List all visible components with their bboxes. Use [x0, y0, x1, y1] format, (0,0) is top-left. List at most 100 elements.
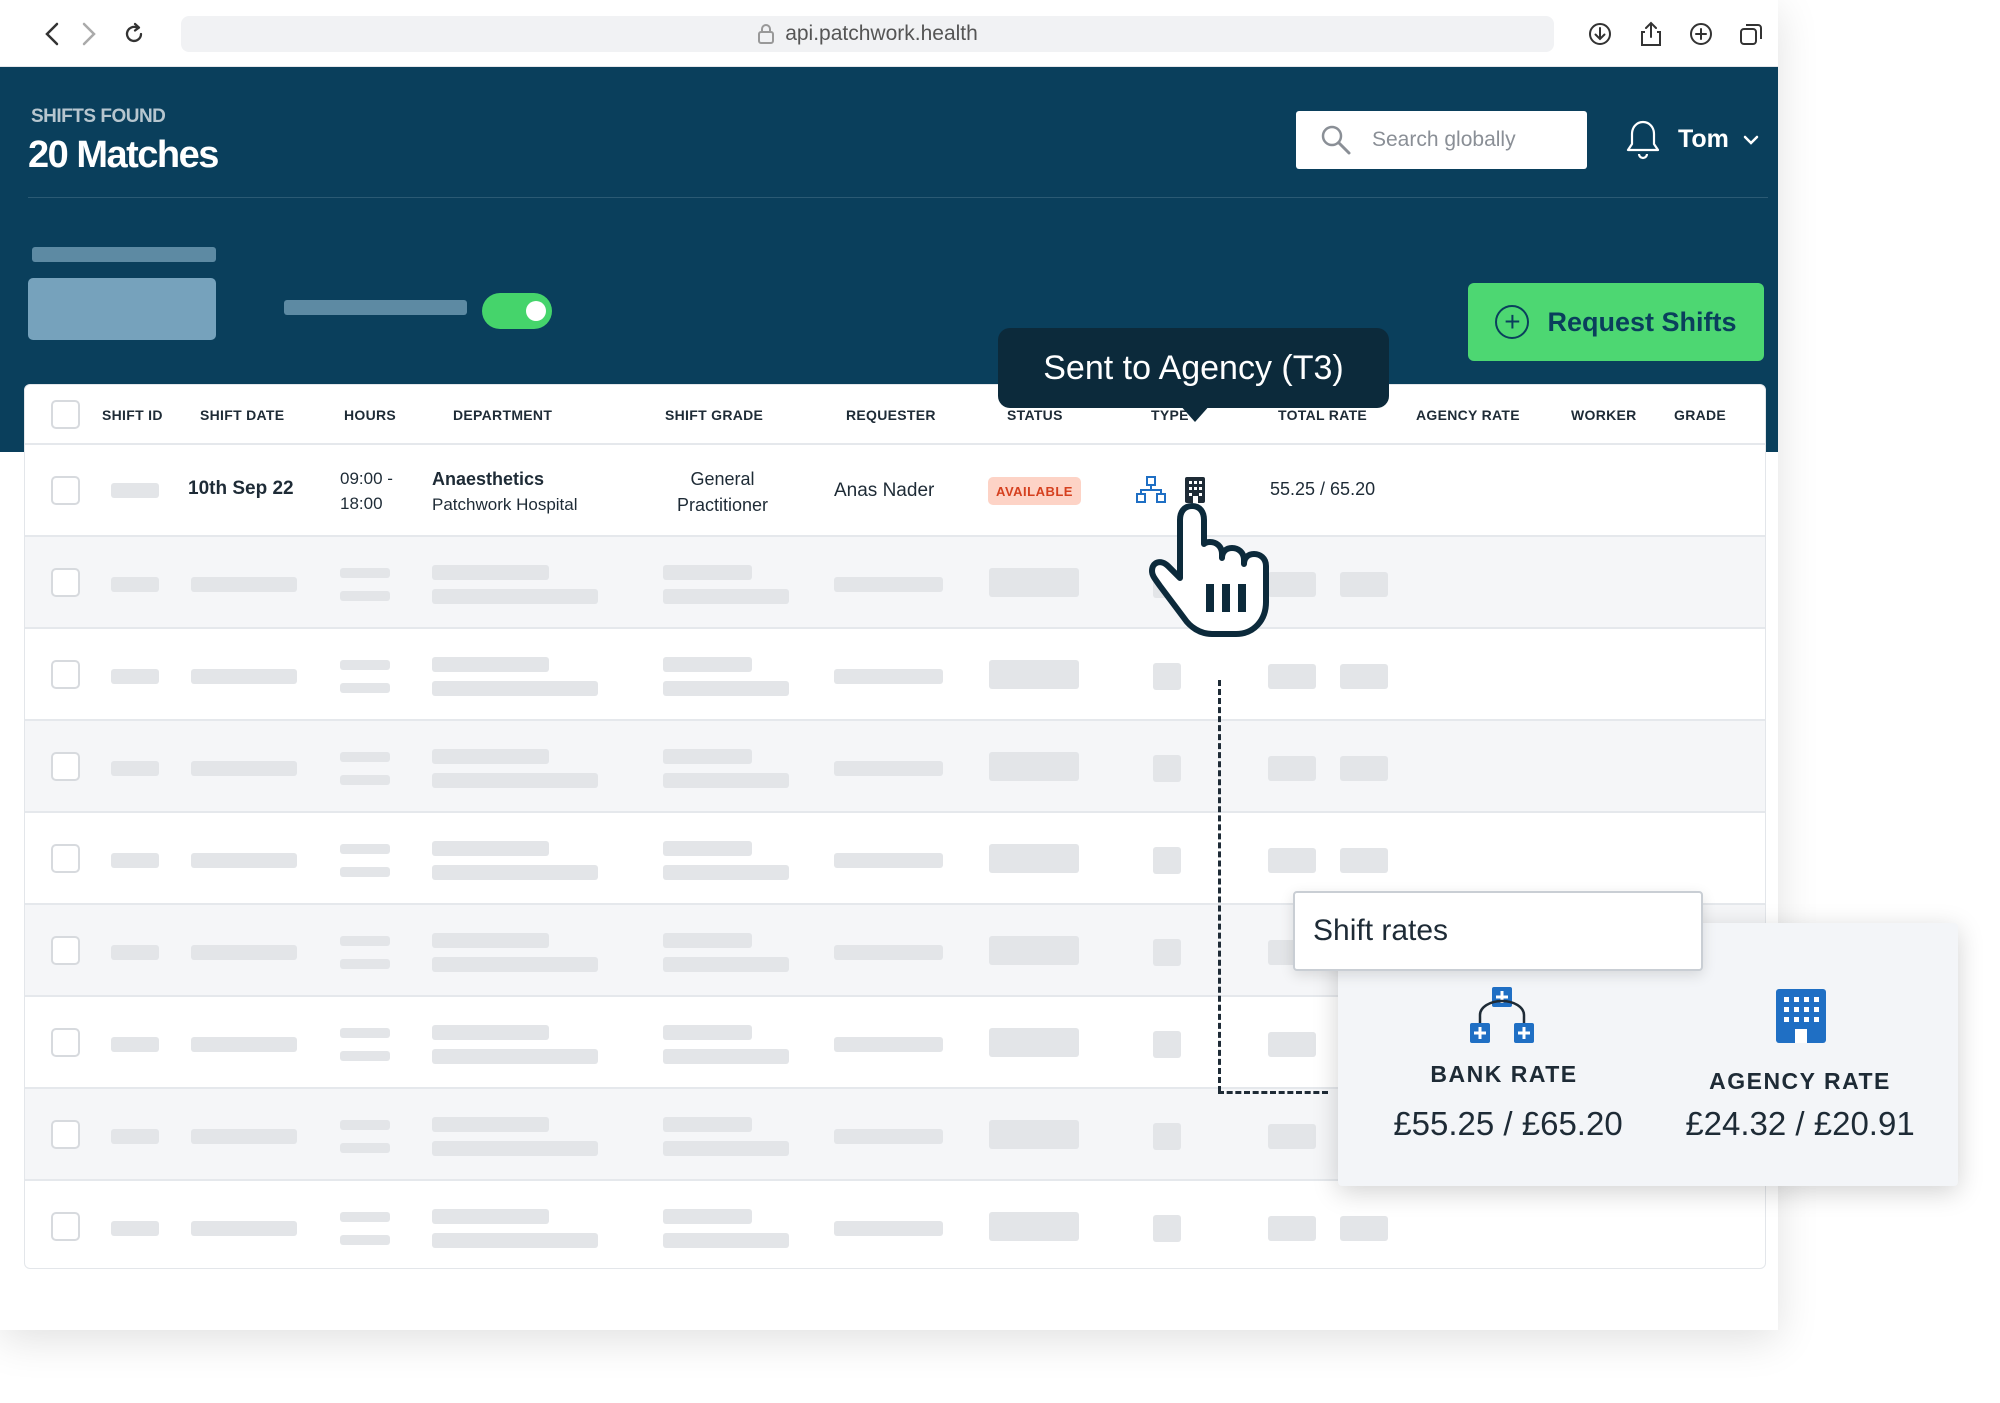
type-placeholder: [1153, 755, 1181, 782]
grade-placeholder: [663, 565, 752, 580]
hours-placeholder: [340, 1235, 390, 1245]
hours-placeholder: [340, 591, 390, 601]
plus-circle-icon: +: [1495, 305, 1530, 339]
search-input[interactable]: [1372, 128, 1572, 152]
col-department[interactable]: DEPARTMENT: [453, 407, 552, 423]
row-checkbox[interactable]: [51, 568, 80, 597]
hours-placeholder: [340, 1028, 390, 1038]
hours-placeholder: [340, 660, 390, 670]
shift-id-placeholder: [111, 577, 159, 592]
grade-placeholder: [663, 1117, 752, 1132]
agency-rate-placeholder: [1340, 572, 1388, 597]
table-row[interactable]: [25, 535, 1765, 627]
table-header: SHIFT ID SHIFT DATE HOURS DEPARTMENT SHI…: [25, 385, 1765, 443]
agency-rate-placeholder: [1340, 848, 1388, 873]
col-total-rate[interactable]: TOTAL RATE: [1278, 407, 1367, 423]
shift-id-placeholder: [111, 945, 159, 960]
shift-date-placeholder: [191, 853, 297, 868]
bell-icon[interactable]: [1624, 118, 1662, 162]
department-placeholder: [432, 565, 549, 580]
hospital-placeholder: [432, 957, 598, 972]
connector-line-vertical: [1218, 680, 1221, 1092]
filter-toggle[interactable]: [482, 293, 552, 329]
requester-placeholder: [834, 945, 943, 960]
forward-icon[interactable]: [73, 18, 105, 50]
user-menu[interactable]: Tom: [1678, 125, 1759, 154]
table-row[interactable]: [25, 1179, 1765, 1271]
type-placeholder: [1153, 847, 1181, 874]
status-placeholder: [989, 936, 1079, 965]
shift-date: 10th Sep 22: [188, 478, 294, 499]
col-hours[interactable]: HOURS: [344, 407, 396, 423]
shift-date-placeholder: [191, 945, 297, 960]
tabs-overview-icon[interactable]: [1736, 19, 1766, 49]
type-placeholder: [1153, 1031, 1181, 1058]
hours-placeholder: [340, 936, 390, 946]
url-text: api.patchwork.health: [785, 22, 978, 45]
shift-date-placeholder: [191, 1129, 297, 1144]
row-checkbox[interactable]: [51, 844, 80, 873]
table-row[interactable]: 10th Sep 22 09:00 - 18:00 Anaesthetics P…: [25, 443, 1765, 535]
grade-placeholder: [663, 657, 752, 672]
search-icon: [1321, 125, 1351, 155]
grade-placeholder: [663, 681, 789, 696]
col-worker[interactable]: WORKER: [1571, 407, 1637, 423]
shift-rates-title: Shift rates: [1293, 891, 1703, 971]
grade-placeholder: [663, 1209, 752, 1224]
new-tab-icon[interactable]: [1686, 19, 1716, 49]
hours-placeholder: [340, 1120, 390, 1130]
row-checkbox[interactable]: [51, 476, 80, 505]
request-shifts-button[interactable]: + Request Shifts: [1468, 283, 1764, 361]
col-shift-date[interactable]: SHIFT DATE: [200, 407, 284, 423]
type-placeholder: [1153, 939, 1181, 966]
col-status[interactable]: STATUS: [1007, 407, 1063, 423]
grade-placeholder: [663, 589, 789, 604]
department-placeholder: [432, 1025, 549, 1040]
row-checkbox[interactable]: [51, 660, 80, 689]
request-shifts-label: Request Shifts: [1547, 306, 1737, 337]
status-badge: AVAILABLE: [988, 477, 1081, 505]
shift-date-placeholder: [191, 577, 297, 592]
user-name: Tom: [1678, 125, 1729, 153]
col-requester[interactable]: REQUESTER: [846, 407, 936, 423]
filter-dropdown-placeholder[interactable]: [28, 278, 216, 340]
address-bar[interactable]: api.patchwork.health: [181, 16, 1554, 52]
row-checkbox[interactable]: [51, 936, 80, 965]
col-grade[interactable]: GRADE: [1674, 407, 1726, 423]
requester-placeholder: [834, 1129, 943, 1144]
requester-placeholder: [834, 669, 943, 684]
total-rate-placeholder: [1268, 1032, 1316, 1057]
lock-icon: [758, 24, 775, 44]
row-checkbox[interactable]: [51, 752, 80, 781]
filter-label-placeholder: [32, 247, 216, 262]
back-icon[interactable]: [36, 18, 68, 50]
table-row[interactable]: [25, 627, 1765, 719]
hours-placeholder: [340, 867, 390, 877]
toggle-label-placeholder: [284, 300, 467, 315]
hours-placeholder: [340, 1212, 390, 1222]
col-agency-rate[interactable]: AGENCY RATE: [1416, 407, 1520, 423]
shift-date-placeholder: [191, 1037, 297, 1052]
header-divider: [28, 197, 1768, 198]
row-checkbox[interactable]: [51, 1028, 80, 1057]
status-placeholder: [989, 844, 1079, 873]
download-icon[interactable]: [1585, 19, 1615, 49]
col-shift-grade[interactable]: SHIFT GRADE: [665, 407, 763, 423]
select-all-checkbox[interactable]: [51, 400, 80, 429]
shift-date-placeholder: [191, 1221, 297, 1236]
col-shift-id[interactable]: SHIFT ID: [102, 407, 163, 423]
type-placeholder: [1153, 663, 1181, 690]
bank-rate-icon: [1470, 987, 1534, 1043]
row-checkbox[interactable]: [51, 1120, 80, 1149]
grade-placeholder: [663, 957, 789, 972]
hours-placeholder: [340, 1051, 390, 1061]
table-row[interactable]: [25, 811, 1765, 903]
grade-line1: General: [690, 469, 755, 489]
table-row[interactable]: [25, 719, 1765, 811]
reload-icon[interactable]: [118, 18, 150, 50]
total-rate-placeholder: [1268, 1124, 1316, 1149]
row-checkbox[interactable]: [51, 1212, 80, 1241]
global-search[interactable]: [1296, 111, 1587, 169]
share-icon[interactable]: [1636, 19, 1666, 49]
connector-line-horizontal: [1218, 1091, 1328, 1094]
